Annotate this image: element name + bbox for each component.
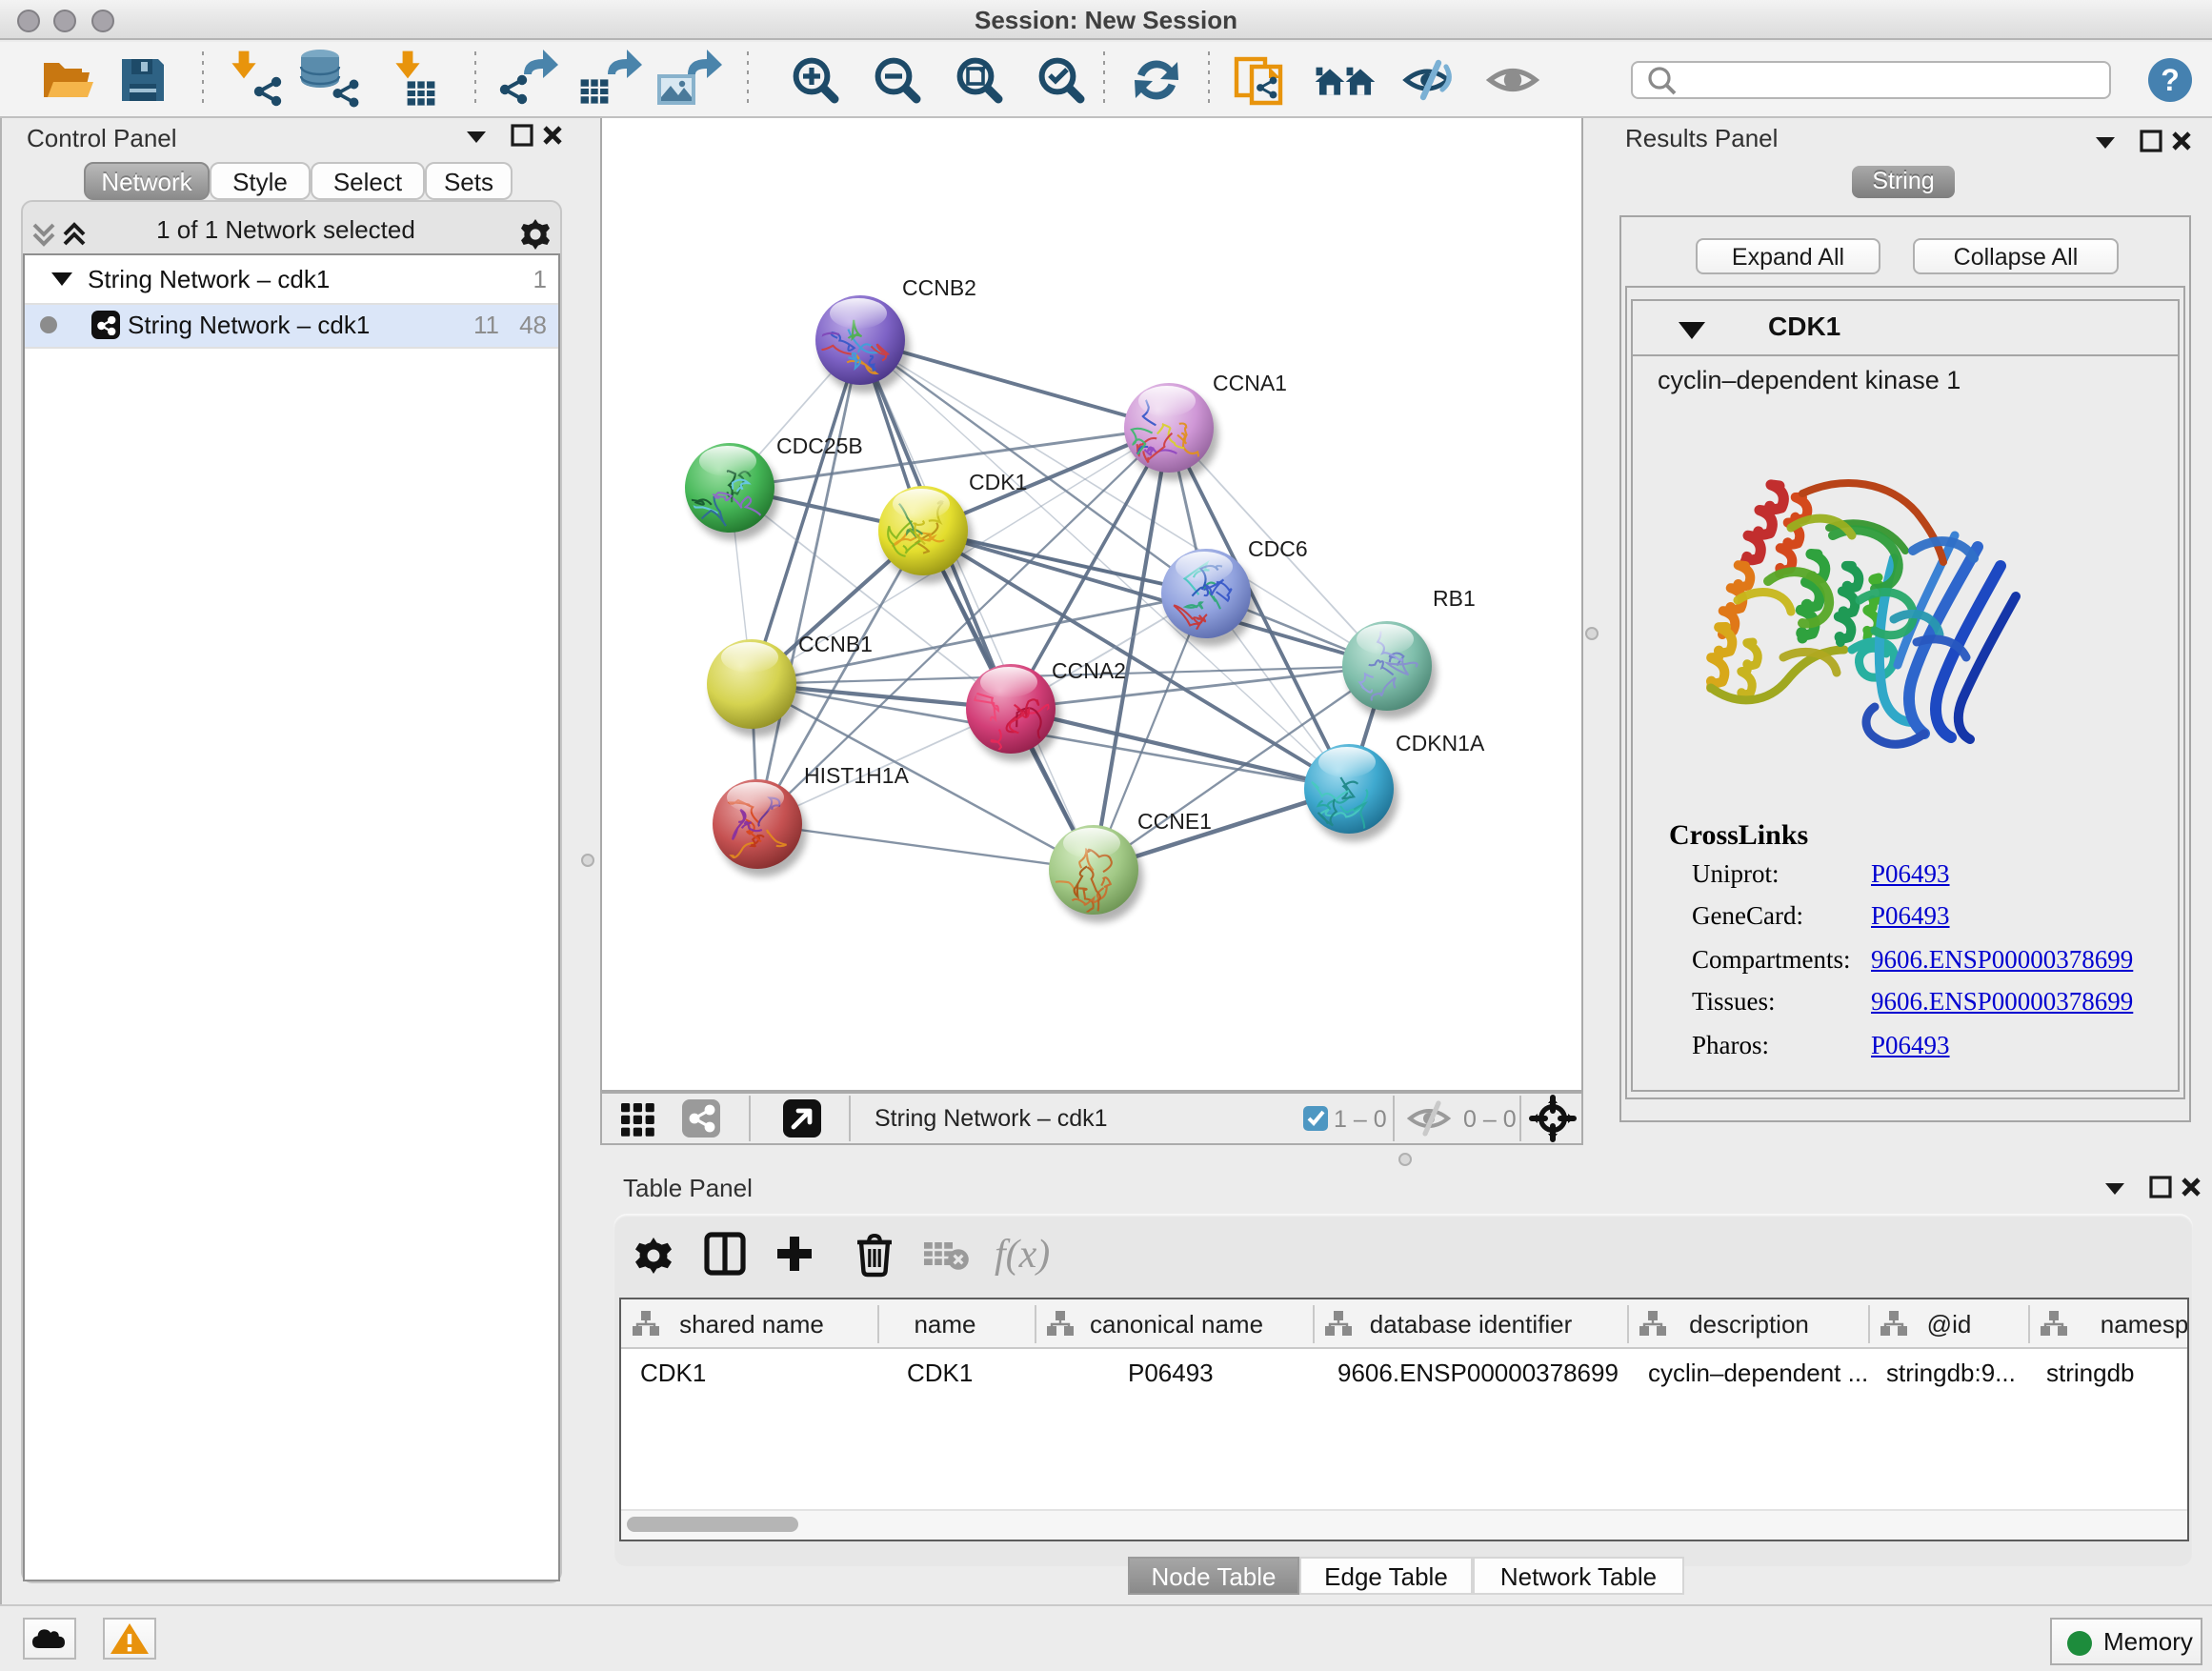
svg-text:1 – 0: 1 – 0	[1334, 1106, 1387, 1133]
svg-text:name: name	[914, 1310, 975, 1339]
svg-text:shared name: shared name	[679, 1310, 824, 1339]
svg-text:?: ?	[2161, 63, 2180, 97]
svg-text:f(x): f(x)	[995, 1233, 1050, 1277]
svg-text:description: description	[1689, 1310, 1809, 1339]
svg-text:database identifier: database identifier	[1370, 1310, 1573, 1339]
svg-text:@id: @id	[1927, 1310, 1972, 1339]
svg-text:canonical name: canonical name	[1090, 1310, 1263, 1339]
svg-text:namespace: namespace	[2101, 1310, 2187, 1339]
svg-text:0 – 0: 0 – 0	[1463, 1106, 1517, 1133]
